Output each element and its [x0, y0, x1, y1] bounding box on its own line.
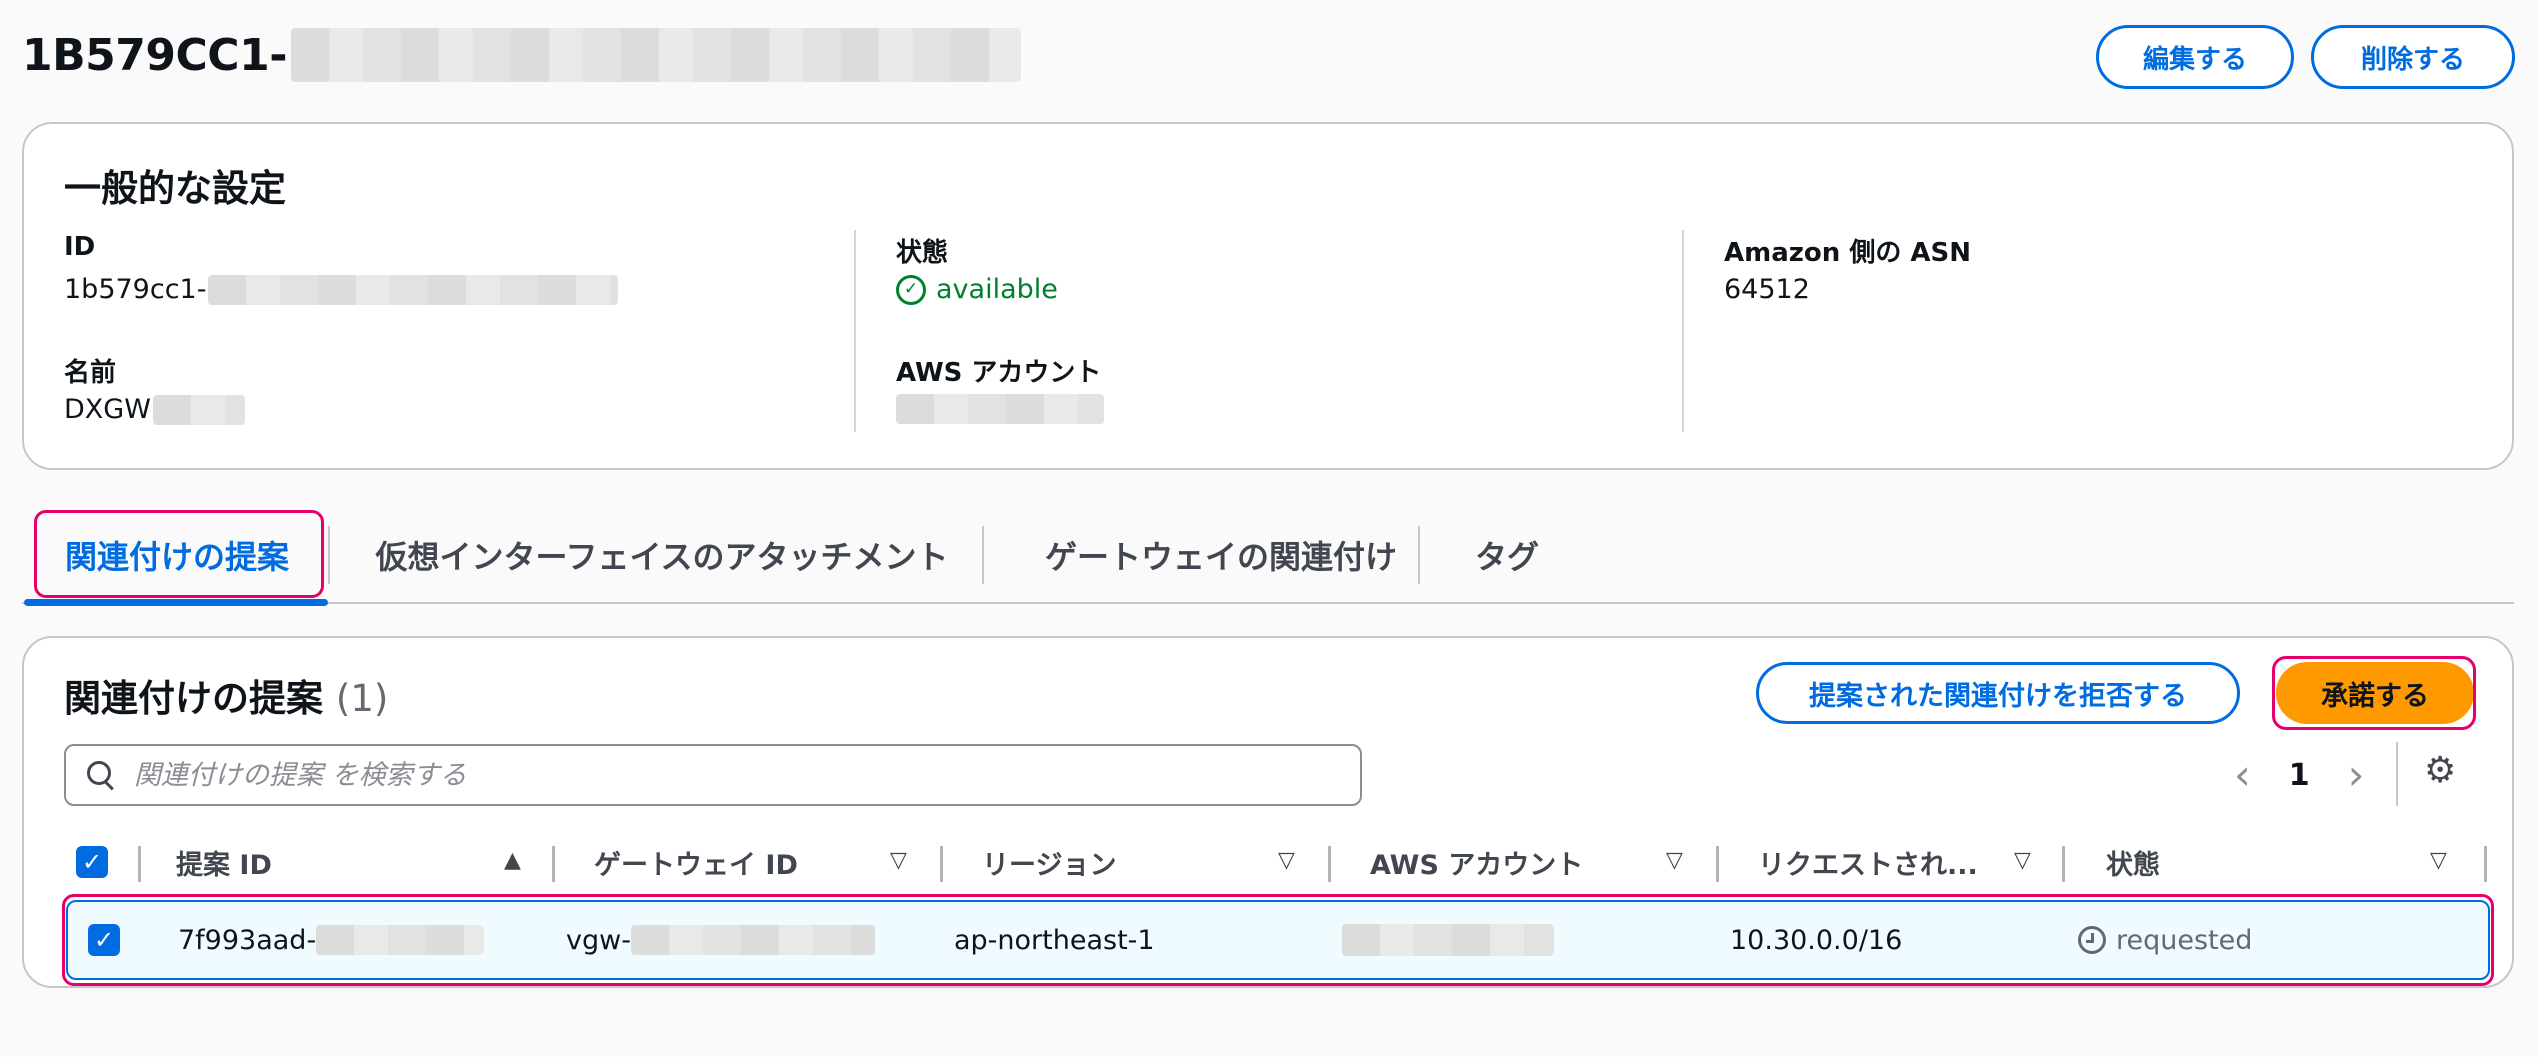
asn-label: Amazon 側の ASN [1724, 238, 1971, 268]
sort-icon[interactable]: ▽ [890, 848, 907, 873]
column-divider [854, 230, 856, 432]
search-icon [86, 760, 116, 790]
edit-button[interactable]: 編集する [2096, 25, 2294, 89]
redacted-account-cell [1342, 924, 1554, 956]
redacted-proposal-id [316, 925, 485, 955]
column-separator [1328, 846, 1331, 882]
column-separator [138, 846, 141, 882]
gear-icon[interactable]: ⚙ [2424, 750, 2456, 791]
name-label: 名前 [64, 358, 117, 388]
search-input[interactable] [134, 759, 1334, 791]
cell-state: requested [2078, 902, 2252, 978]
column-header-gateway-id[interactable]: ゲートウェイ ID [594, 832, 798, 892]
tab-bar: 関連付けの提案 仮想インターフェイスのアタッチメント ゲートウェイの関連付け タ… [22, 508, 2514, 606]
state-label: 状態 [896, 238, 949, 268]
sort-icon[interactable]: ▽ [2430, 848, 2447, 873]
active-tab-indicator [24, 599, 328, 606]
redacted-gateway-id [630, 925, 875, 955]
redacted-name [152, 394, 245, 425]
cell-requested: 10.30.0.0/16 [1730, 924, 1903, 956]
pager-separator [2396, 742, 2398, 806]
account-label: AWS アカウント [896, 358, 1102, 388]
column-separator [552, 846, 555, 882]
column-header-aws-account[interactable]: AWS アカウント [1370, 832, 1583, 892]
chevron-left-icon[interactable]: ‹ [2234, 754, 2251, 796]
tabs-underline [22, 602, 2514, 604]
cell-gateway-id-text: vgw- [566, 924, 631, 956]
reject-proposal-button[interactable]: 提案された関連付けを拒否する [1756, 662, 2240, 724]
sort-icon[interactable]: ▽ [2014, 848, 2031, 873]
id-value-text: 1b579cc1- [64, 274, 207, 305]
page-title-text: 1B579CC1- [22, 29, 287, 81]
sort-icon[interactable]: ▽ [1666, 848, 1683, 873]
cell-proposal-id-text: 7f993aad- [178, 924, 317, 956]
chevron-right-icon[interactable]: › [2348, 754, 2365, 796]
page-number[interactable]: 1 [2289, 758, 2310, 793]
cell-gateway-id: vgw- [566, 902, 875, 978]
id-label: ID [64, 232, 96, 262]
tab-virtual-interface-attachments[interactable]: 仮想インターフェイスのアタッチメント [352, 508, 972, 602]
tab-gateway-associations[interactable]: ゲートウェイの関連付け [1004, 508, 1438, 602]
check-circle-icon: ✓ [896, 274, 926, 305]
clock-icon [2078, 926, 2106, 954]
row-checkbox[interactable]: ✓ [88, 924, 120, 956]
id-value: 1b579cc1- [64, 274, 619, 305]
sort-ascending-icon[interactable]: ▲ [504, 848, 521, 873]
page-title: 1B579CC1- [22, 28, 1021, 82]
page: 1B579CC1- 編集する 削除する 一般的な設定 ID 1b579cc1- … [0, 0, 2539, 1057]
accept-button[interactable]: 承諾する [2276, 662, 2474, 724]
column-header-requested[interactable]: リクエストされ... [1758, 832, 1978, 892]
proposals-title: 関連付けの提案 (1) [64, 668, 388, 722]
general-settings-panel: 一般的な設定 ID 1b579cc1- 名前 DXGW 状態 ✓ availab… [22, 122, 2514, 470]
column-separator [940, 846, 943, 882]
column-header-proposal-id[interactable]: 提案 ID [176, 832, 272, 892]
tab-separator [1418, 526, 1420, 584]
redacted-id [208, 274, 619, 305]
sort-icon[interactable]: ▽ [1278, 848, 1295, 873]
column-separator [1716, 846, 1719, 882]
state-value: ✓ available [896, 274, 1058, 305]
account-value [896, 394, 1104, 424]
asn-value: 64512 [1724, 274, 1810, 305]
cell-proposal-id: 7f993aad- [178, 902, 485, 978]
table-row[interactable]: ✓ 7f993aad- vgw- ap-northeast-1 10.30.0.… [66, 900, 2490, 980]
association-proposals-panel: 関連付けの提案 (1) 提案された関連付けを拒否する 承諾する ‹ 1 › ⚙ … [22, 636, 2514, 988]
column-header-region[interactable]: リージョン [982, 832, 1116, 892]
column-header-state[interactable]: 状態 [2106, 832, 2160, 892]
tab-association-proposals[interactable]: 関連付けの提案 [32, 508, 322, 602]
proposals-count: (1) [335, 677, 389, 720]
pagination: ‹ 1 › [2234, 754, 2364, 796]
search-field[interactable] [64, 744, 1362, 806]
proposals-title-text: 関連付けの提案 [64, 677, 323, 720]
delete-button[interactable]: 削除する [2311, 25, 2515, 89]
cell-aws-account [1342, 902, 1554, 978]
select-all-checkbox[interactable]: ✓ [76, 846, 108, 878]
cell-state-text: requested [2116, 924, 2253, 956]
table-header: ✓ 提案 ID ▲ ゲートウェイ ID ▽ リージョン ▽ AWS アカウント … [64, 832, 2494, 892]
redacted-account [896, 394, 1104, 424]
column-separator [2484, 846, 2487, 882]
column-divider [1682, 230, 1684, 432]
state-value-text: available [936, 274, 1058, 305]
tab-separator [328, 526, 330, 584]
tab-separator [982, 526, 984, 584]
redacted-title [290, 28, 1021, 82]
name-value-text: DXGW [64, 394, 151, 425]
cell-region: ap-northeast-1 [954, 924, 1155, 956]
general-settings-title: 一般的な設定 [64, 167, 286, 210]
column-separator [2062, 846, 2065, 882]
tab-tags[interactable]: タグ [1432, 508, 1582, 602]
name-value: DXGW [64, 394, 245, 425]
